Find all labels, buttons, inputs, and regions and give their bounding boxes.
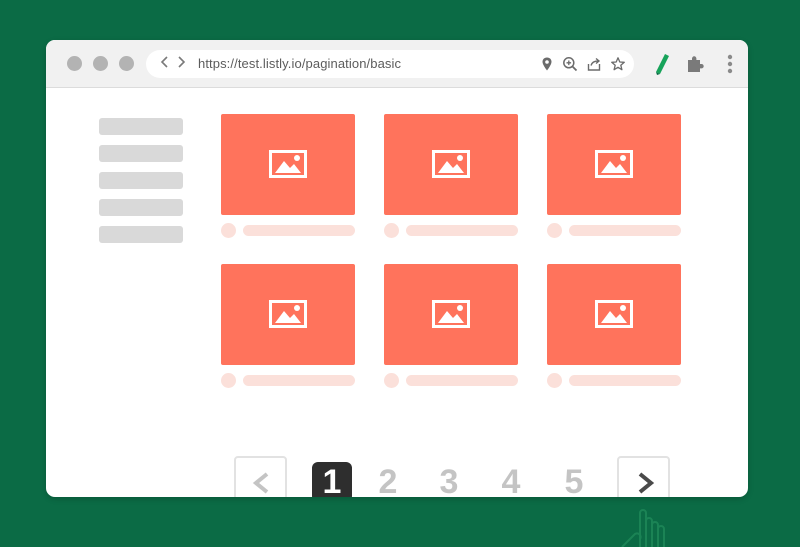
listly-extension-icon[interactable]: [650, 52, 674, 76]
card-avatar-placeholder: [384, 373, 399, 388]
location-pin-icon[interactable]: [539, 56, 555, 72]
card-thumbnail[interactable]: [547, 114, 681, 215]
card-title-placeholder: [569, 225, 681, 236]
chevron-right-icon: [178, 56, 186, 68]
card-avatar-placeholder: [221, 223, 236, 238]
zoom-icon[interactable]: [562, 56, 578, 72]
chevron-right-icon: [638, 472, 655, 494]
image-icon: [269, 150, 307, 178]
sidebar-placeholder-row[interactable]: [99, 172, 183, 189]
forward-button[interactable]: [172, 54, 190, 74]
page-2-button[interactable]: 2: [368, 462, 408, 497]
card-title-placeholder: [243, 225, 355, 236]
card-avatar-placeholder: [221, 373, 236, 388]
share-icon[interactable]: [586, 56, 602, 72]
image-icon: [432, 300, 470, 328]
page-1-button[interactable]: 1: [312, 462, 352, 497]
window-minimize-dot[interactable]: [93, 56, 108, 71]
hand-cursor-icon: [621, 509, 665, 547]
card-title-placeholder: [406, 225, 518, 236]
card-thumbnail[interactable]: [221, 114, 355, 215]
image-icon: [269, 300, 307, 328]
window-close-dot[interactable]: [67, 56, 82, 71]
kebab-menu-icon[interactable]: [718, 52, 742, 76]
chevron-left-icon: [160, 56, 168, 68]
page-3-button[interactable]: 3: [429, 462, 469, 497]
card-thumbnail[interactable]: [384, 264, 518, 365]
card-title-placeholder: [243, 375, 355, 386]
card-avatar-placeholder: [384, 223, 399, 238]
url-text[interactable]: https://test.listly.io/pagination/basic: [198, 50, 401, 78]
page-4-button[interactable]: 4: [491, 462, 531, 497]
card-title-placeholder: [569, 375, 681, 386]
next-page-button[interactable]: [617, 456, 670, 497]
chevron-left-icon: [252, 472, 269, 494]
card-thumbnail[interactable]: [547, 264, 681, 365]
page-content: 1 2 3 4 5: [46, 88, 748, 497]
puzzle-icon[interactable]: [684, 52, 708, 76]
sidebar-placeholder-row[interactable]: [99, 226, 183, 243]
window-maximize-dot[interactable]: [119, 56, 134, 71]
card-avatar-placeholder: [547, 223, 562, 238]
image-icon: [432, 150, 470, 178]
card-thumbnail[interactable]: [384, 114, 518, 215]
browser-toolbar: https://test.listly.io/pagination/basic: [46, 40, 748, 88]
card-thumbnail[interactable]: [221, 264, 355, 365]
image-icon: [595, 150, 633, 178]
sidebar-placeholder-row[interactable]: [99, 199, 183, 216]
image-icon: [595, 300, 633, 328]
address-bar[interactable]: https://test.listly.io/pagination/basic: [146, 50, 634, 78]
sidebar-placeholder-row[interactable]: [99, 118, 183, 135]
sidebar-placeholder-row[interactable]: [99, 145, 183, 162]
prev-page-button[interactable]: [234, 456, 287, 497]
card-avatar-placeholder: [547, 373, 562, 388]
star-icon[interactable]: [610, 56, 626, 72]
page-5-button[interactable]: 5: [554, 462, 594, 497]
browser-window: https://test.listly.io/pagination/basic: [46, 40, 748, 497]
card-title-placeholder: [406, 375, 518, 386]
